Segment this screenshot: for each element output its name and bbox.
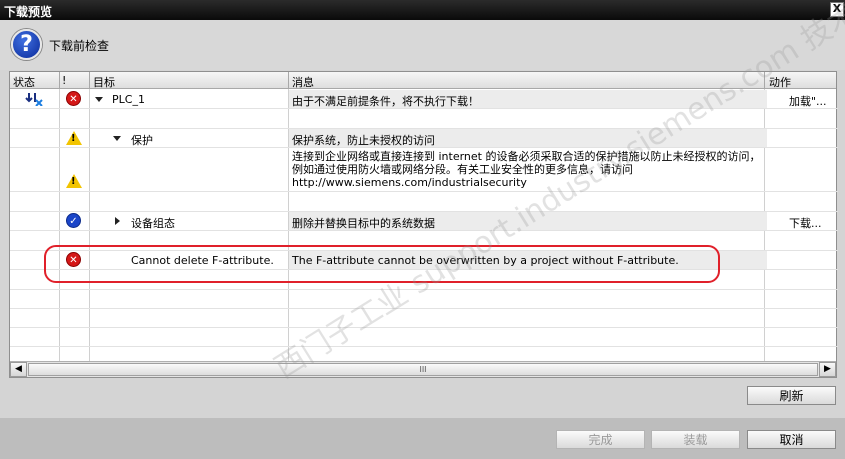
column-header-row: 状态 ! 目标 消息 动作	[10, 72, 836, 89]
collapse-icon[interactable]	[115, 217, 120, 225]
row-message: 删除并替换目标中的系统数据	[292, 217, 435, 230]
row-action-select[interactable]: 下载...	[789, 215, 822, 231]
column-message[interactable]: 消息	[292, 74, 314, 90]
window-title: 下载预览	[4, 5, 53, 19]
row-message: 由于不满足前提条件，将不执行下载！	[292, 95, 479, 108]
scroll-right-icon[interactable]: ▶	[819, 362, 836, 377]
table-row[interactable]: ✕ PLC_1 由于不满足前提条件，将不执行下载！ 加载"...	[10, 90, 838, 109]
table-row	[10, 193, 838, 212]
expand-icon[interactable]	[113, 136, 121, 141]
cancel-button[interactable]: 取消	[747, 430, 836, 449]
column-target[interactable]: 目标	[93, 74, 115, 90]
title-bar: 下载预览 X	[0, 0, 845, 20]
row-target: PLC_1	[112, 93, 145, 106]
close-icon[interactable]: X	[830, 2, 844, 17]
page-title: 下载前检查	[49, 39, 110, 53]
table-row	[10, 110, 838, 129]
column-action[interactable]: 动作	[769, 74, 791, 90]
scroll-left-icon[interactable]: ◀	[10, 362, 27, 377]
ok-icon: ✓	[66, 213, 81, 228]
dialog-header: ? 下载前检查	[0, 20, 845, 70]
download-status-icon	[25, 93, 43, 106]
table-row	[10, 328, 838, 347]
column-bang[interactable]: !	[62, 74, 66, 87]
row-target: 保护	[131, 134, 153, 147]
annotation-highlight	[44, 245, 720, 283]
question-icon: ?	[11, 29, 42, 60]
table-row[interactable]: ✓ 设备组态 删除并替换目标中的系统数据 下载...	[10, 212, 838, 231]
column-status[interactable]: 状态	[13, 74, 35, 90]
expand-icon[interactable]	[95, 97, 103, 102]
load-button[interactable]: 装载	[651, 430, 740, 449]
row-message: 保护系统，防止未授权的访问	[292, 134, 435, 147]
table-row	[10, 290, 838, 309]
finish-button[interactable]: 完成	[556, 430, 645, 449]
error-icon: ✕	[66, 91, 81, 106]
row-target: 设备组态	[131, 217, 175, 230]
warning-icon	[66, 174, 82, 188]
table-row[interactable]: 保护 保护系统，防止未授权的访问	[10, 129, 838, 148]
scroll-thumb[interactable]: III	[28, 363, 818, 376]
warning-icon	[66, 131, 82, 145]
refresh-button[interactable]: 刷新	[747, 386, 836, 405]
security-message: 连接到企业网络或直接连接到 internet 的设备必须采取合适的保护措施以防止…	[292, 150, 761, 189]
table-row	[10, 309, 838, 328]
check-grid: 状态 ! 目标 消息 动作 ✕ PLC_1 由于不满足前提条件，将不执行下载！ …	[9, 71, 838, 378]
horizontal-scrollbar[interactable]: ◀ III ▶	[10, 361, 836, 377]
row-action-select[interactable]: 加载"...	[789, 93, 827, 109]
